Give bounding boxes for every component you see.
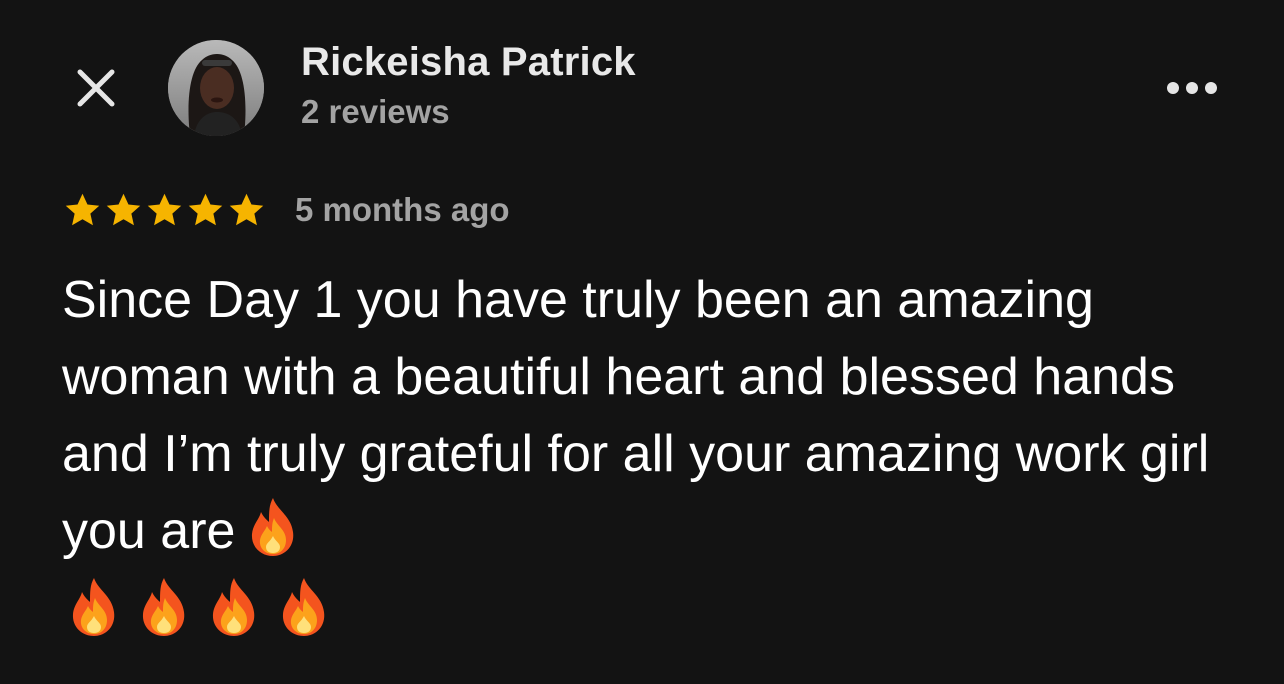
reviewer-avatar[interactable]: [168, 40, 264, 136]
fire-emoji-icon: [282, 578, 325, 636]
review-body: Since Day 1 you have truly been an amazi…: [62, 262, 1212, 570]
more-options-button[interactable]: [1160, 68, 1224, 108]
star-icon: [229, 193, 264, 225]
fire-emoji-icon: [142, 578, 185, 636]
review-header: Rickeisha Patrick 2 reviews: [0, 0, 1284, 160]
review-count[interactable]: 2 reviews: [301, 93, 450, 131]
star-icon: [65, 193, 100, 225]
fire-emoji-icon: [212, 578, 255, 636]
fire-emoji-icon: [72, 578, 115, 636]
reviewer-name[interactable]: Rickeisha Patrick: [301, 40, 636, 85]
more-horizontal-icon: [1167, 82, 1217, 94]
star-rating: [62, 190, 267, 231]
star-icon: [106, 193, 141, 225]
fire-emoji-icon: [252, 498, 294, 556]
emoji-row: [66, 576, 332, 638]
close-icon: [77, 69, 115, 107]
review-timestamp: 5 months ago: [295, 191, 510, 228]
star-icon: [147, 193, 182, 225]
star-icon: [188, 193, 223, 225]
close-button[interactable]: [66, 58, 126, 118]
rating-row: 5 months ago: [62, 188, 510, 232]
